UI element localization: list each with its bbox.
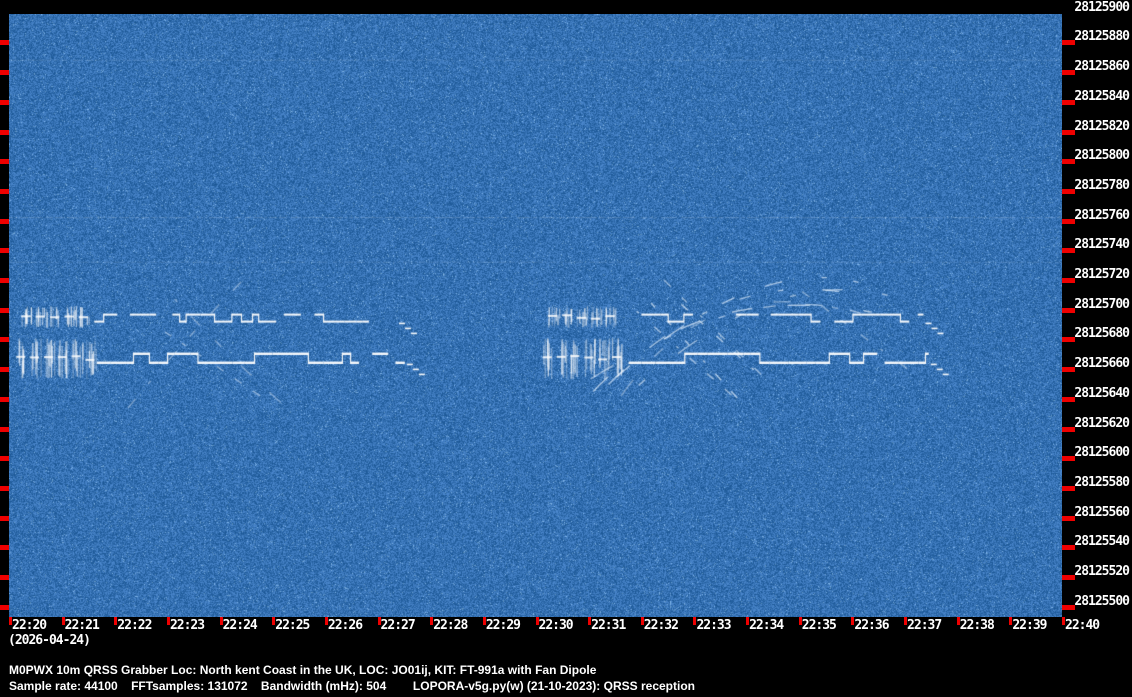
time-tick-label: 22:32 bbox=[643, 618, 679, 633]
time-tick-label: 22:27 bbox=[380, 618, 416, 633]
freq-tick-mark bbox=[0, 604, 9, 610]
freq-tick-mark bbox=[1062, 99, 1075, 105]
freq-tick-mark bbox=[0, 218, 9, 224]
time-tick-label: 22:20 bbox=[12, 618, 47, 633]
freq-tick-label: 28125520 bbox=[1074, 564, 1130, 579]
time-tick-label: 22:39 bbox=[1012, 618, 1047, 633]
time-tick-label: 22:34 bbox=[749, 618, 784, 633]
time-tick-label: 22:38 bbox=[959, 618, 995, 633]
freq-tick-mark bbox=[1062, 604, 1075, 610]
freq-tick-mark bbox=[0, 188, 9, 194]
spectrogram-canvas bbox=[9, 14, 1062, 617]
freq-tick-label: 28125760 bbox=[1074, 207, 1130, 223]
freq-tick-mark bbox=[1062, 218, 1075, 224]
freq-tick-mark bbox=[0, 485, 9, 491]
freq-tick-mark bbox=[0, 278, 9, 283]
time-tick-label: 22:23 bbox=[169, 618, 205, 633]
time-tick-label: 22:28 bbox=[433, 618, 468, 633]
time-tick-label: 22:25 bbox=[275, 618, 310, 633]
station-info-line: M0PWX 10m QRSS Grabber Loc: North kent C… bbox=[9, 663, 597, 677]
freq-tick-label: 28125640 bbox=[1074, 385, 1130, 401]
time-tick-label: 22:22 bbox=[117, 618, 152, 633]
freq-tick-mark bbox=[1062, 159, 1075, 165]
freq-tick-label: 28125820 bbox=[1074, 118, 1130, 134]
freq-tick-label: 28125620 bbox=[1074, 415, 1130, 431]
freq-tick-mark bbox=[1062, 278, 1075, 283]
freq-tick-mark bbox=[1062, 575, 1075, 580]
freq-tick-mark bbox=[1062, 129, 1075, 135]
qrss-grabber-screen: 28125900 28125880 28125860 28125840 28125820… bbox=[0, 0, 1132, 697]
time-tick-label: 22:30 bbox=[538, 618, 574, 633]
freq-tick-label: 28125540 bbox=[1074, 534, 1130, 550]
freq-tick-label: 28125580 bbox=[1074, 474, 1130, 490]
freq-tick-mark bbox=[1062, 337, 1075, 343]
freq-tick-mark bbox=[0, 367, 9, 373]
freq-tick-mark bbox=[0, 456, 9, 462]
freq-tick-mark bbox=[1062, 248, 1075, 254]
freq-tick-mark bbox=[0, 426, 9, 432]
freq-tick-mark bbox=[1062, 40, 1075, 46]
time-tick-label: 22:40 bbox=[1065, 618, 1100, 633]
freq-tick-label: 28125660 bbox=[1074, 356, 1130, 372]
freq-tick-label: 28125880 bbox=[1074, 29, 1130, 45]
freq-tick-mark bbox=[1062, 367, 1075, 373]
freq-tick-mark bbox=[1062, 426, 1075, 432]
time-tick-label: 22:36 bbox=[854, 618, 889, 633]
freq-tick-label: 28125800 bbox=[1074, 148, 1130, 164]
time-tick-label: 22:37 bbox=[907, 618, 942, 633]
freq-tick-mark bbox=[0, 159, 9, 165]
freq-tick-mark bbox=[1062, 456, 1075, 462]
time-tick-label: 22:35 bbox=[801, 618, 837, 633]
freq-tick-label: 28125560 bbox=[1074, 504, 1130, 520]
time-tick-label: 22:29 bbox=[485, 618, 521, 633]
freq-tick-label: 28125900 bbox=[1074, 0, 1130, 15]
freq-tick-mark bbox=[0, 99, 9, 105]
freq-tick-label: 28125500 bbox=[1074, 593, 1130, 609]
time-tick-label: 22:24 bbox=[222, 618, 258, 633]
time-tick-label: 22:21 bbox=[64, 618, 100, 633]
freq-tick-mark bbox=[1062, 188, 1075, 194]
freq-tick-mark bbox=[1062, 307, 1075, 313]
freq-tick-mark bbox=[1062, 545, 1075, 551]
freq-tick-label: 28125860 bbox=[1074, 59, 1130, 75]
freq-tick-label: 28125780 bbox=[1074, 177, 1130, 193]
freq-tick-mark bbox=[0, 307, 9, 313]
time-tick-label: 22:33 bbox=[696, 618, 731, 633]
freq-tick-mark bbox=[0, 545, 9, 551]
freq-tick-mark bbox=[1062, 396, 1075, 402]
freq-tick-mark bbox=[0, 337, 9, 343]
freq-tick-mark bbox=[0, 396, 9, 402]
date-label: (2026-04-24) bbox=[8, 633, 91, 648]
time-tick-label: 22:31 bbox=[591, 618, 626, 633]
freq-tick-label: 28125700 bbox=[1074, 296, 1130, 312]
freq-tick-mark bbox=[1062, 515, 1075, 521]
freq-tick-mark bbox=[0, 70, 9, 76]
capture-settings-line: Sample rate: 44100 FFTsamples: 131072 Ba… bbox=[9, 679, 695, 693]
freq-tick-label: 28125720 bbox=[1074, 267, 1130, 282]
freq-tick-mark bbox=[0, 575, 9, 580]
freq-tick-label: 28125740 bbox=[1074, 237, 1130, 253]
freq-tick-label: 28125840 bbox=[1074, 88, 1130, 104]
freq-tick-mark bbox=[0, 515, 9, 521]
freq-tick-mark bbox=[0, 129, 9, 135]
freq-tick-label: 28125680 bbox=[1074, 326, 1130, 342]
freq-tick-mark bbox=[1062, 485, 1075, 491]
freq-tick-mark bbox=[0, 40, 9, 46]
freq-tick-mark bbox=[1062, 70, 1075, 76]
time-tick-label: 22:26 bbox=[327, 618, 363, 633]
freq-tick-mark bbox=[0, 248, 9, 254]
freq-tick-label: 28125600 bbox=[1074, 445, 1130, 461]
